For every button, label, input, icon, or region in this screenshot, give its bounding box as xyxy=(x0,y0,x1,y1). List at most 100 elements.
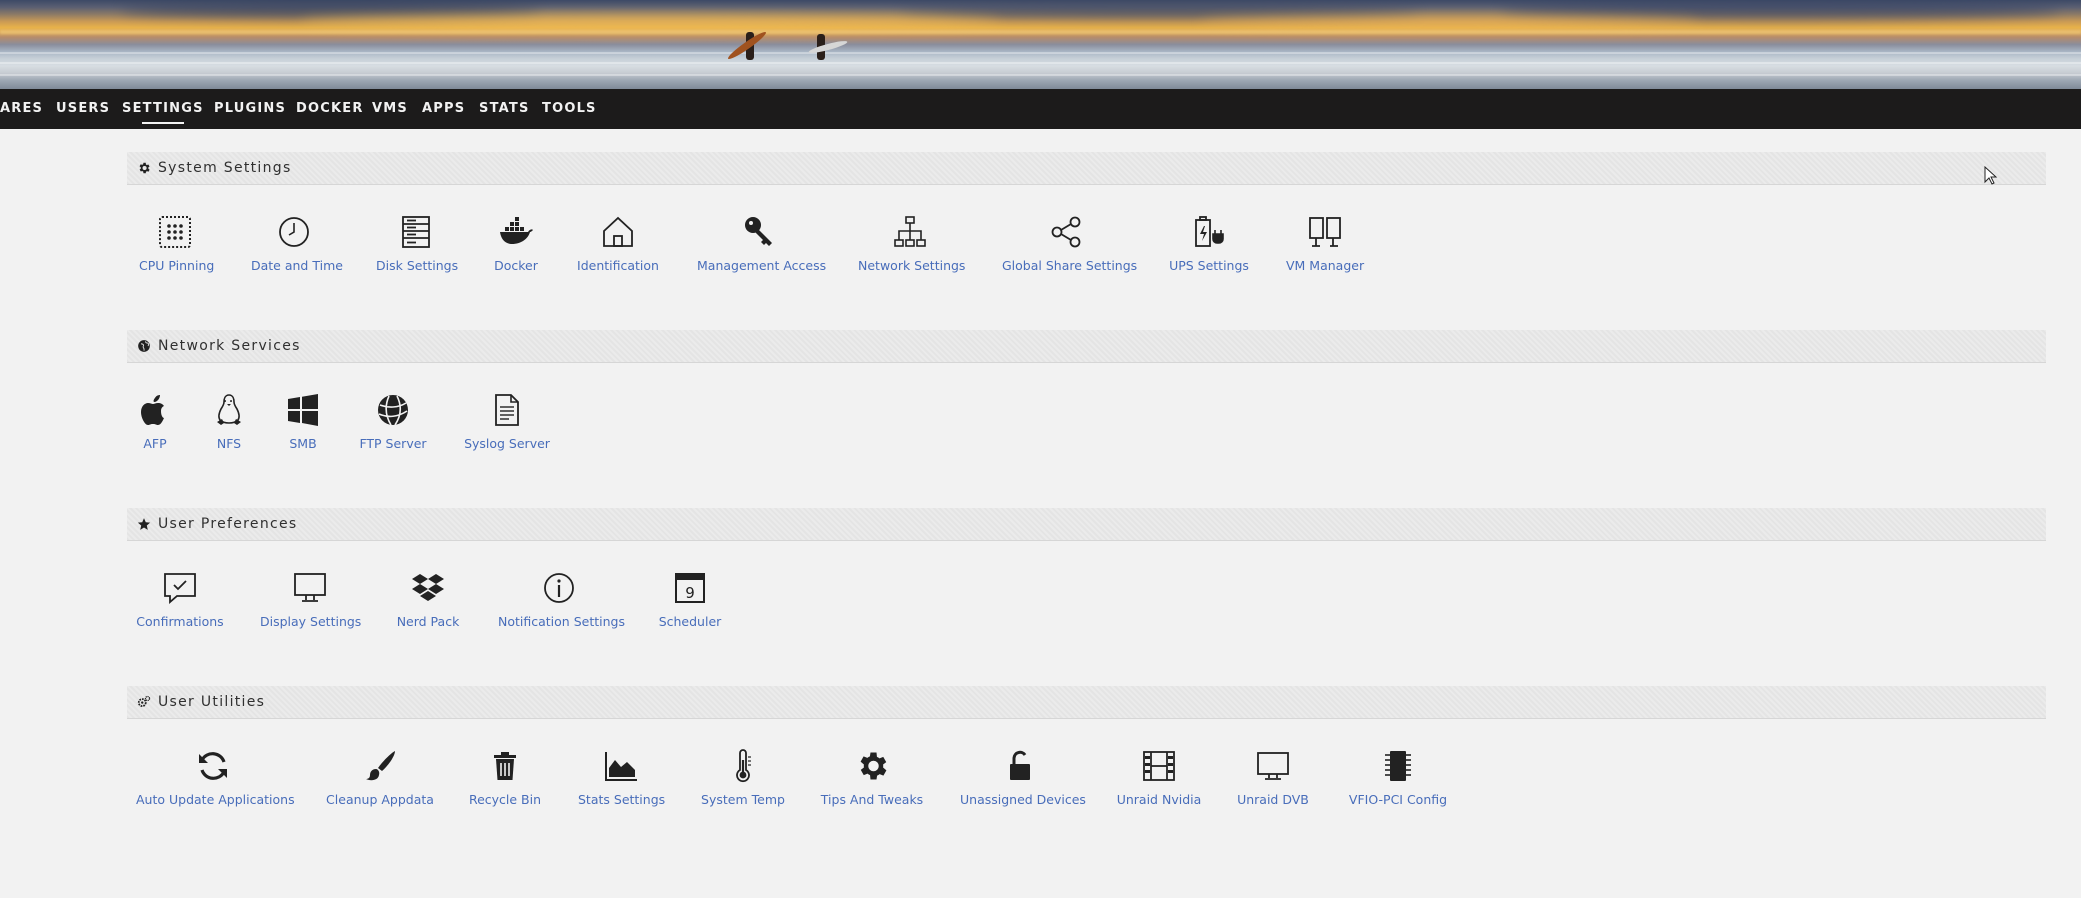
tile-identification[interactable]: Identification xyxy=(576,214,660,273)
tile-nfs[interactable]: NFS xyxy=(210,392,248,451)
tile-label: Management Access xyxy=(697,258,827,273)
nav-docker[interactable]: DOCKER xyxy=(296,101,364,116)
nav-stats[interactable]: STATS xyxy=(479,101,530,116)
tile-label: Disk Settings xyxy=(376,258,459,273)
tile-network-settings[interactable]: Network Settings xyxy=(858,214,965,273)
section-title: User Preferences xyxy=(158,516,298,532)
tile-unraid-nvidia[interactable]: Unraid Nvidia xyxy=(1116,748,1202,807)
mouse-pointer-icon xyxy=(1984,166,1998,185)
tile-ftp-server[interactable]: FTP Server xyxy=(356,392,430,451)
section-title: Network Services xyxy=(158,338,301,354)
docker-whale-icon xyxy=(500,217,533,244)
tile-label: Syslog Server xyxy=(464,436,550,451)
section-title: User Utilities xyxy=(158,694,266,710)
tile-label: FTP Server xyxy=(359,436,427,451)
tile-confirmations[interactable]: Confirmations xyxy=(136,570,224,629)
tile-recycle-bin[interactable]: Recycle Bin xyxy=(468,748,542,807)
tile-label: Stats Settings xyxy=(578,792,666,807)
tile-cleanup-appdata[interactable]: Cleanup Appdata xyxy=(326,748,434,807)
cogs-icon xyxy=(137,695,151,707)
tile-label: Identification xyxy=(577,258,659,273)
info-circle-icon xyxy=(544,573,574,603)
tile-ups-settings[interactable]: UPS Settings xyxy=(1168,214,1250,273)
film-icon xyxy=(1143,751,1175,781)
tile-unraid-dvb[interactable]: Unraid DVB xyxy=(1236,748,1310,807)
tile-management-access[interactable]: Management Access xyxy=(697,214,827,273)
nav-apps[interactable]: APPS xyxy=(422,101,465,116)
tile-nerd-pack[interactable]: Nerd Pack xyxy=(396,570,460,629)
section-header-user-preferences: User Preferences xyxy=(127,508,2046,541)
tile-label: NFS xyxy=(216,436,242,451)
tile-docker[interactable]: Docker xyxy=(493,214,539,273)
tile-system-temp[interactable]: System Temp xyxy=(700,748,786,807)
dropbox-icon xyxy=(412,574,444,601)
tile-cpu-pinning[interactable]: CPU Pinning xyxy=(139,214,215,273)
gear-icon xyxy=(139,162,150,174)
tile-global-share-settings[interactable]: Global Share Settings xyxy=(1002,214,1137,273)
globe-grid-icon xyxy=(378,395,408,426)
tile-label: Notification Settings xyxy=(498,614,625,629)
nav-users[interactable]: USERS xyxy=(56,101,110,116)
clock-icon xyxy=(279,217,309,247)
tile-label: Unassigned Devices xyxy=(960,792,1086,807)
nav-plugins[interactable]: PLUGINS xyxy=(214,101,286,116)
tile-label: System Temp xyxy=(701,792,785,807)
tile-label: VM Manager xyxy=(1286,258,1365,273)
battery-plug-icon xyxy=(1195,216,1224,247)
section-header-user-utilities: User Utilities xyxy=(127,686,2046,719)
tile-label: Tips And Tweaks xyxy=(820,792,924,807)
tile-label: Cleanup Appdata xyxy=(326,792,434,807)
tile-afp[interactable]: AFP xyxy=(136,392,174,451)
tile-label: VFIO-PCI Config xyxy=(1348,792,1448,807)
nav-shares[interactable]: ARES xyxy=(0,101,43,116)
tile-label: Unraid DVB xyxy=(1237,792,1309,807)
share-icon xyxy=(1051,216,1081,248)
tile-label: Confirmations xyxy=(136,614,224,629)
nav-tools[interactable]: TOOLS xyxy=(542,101,597,116)
trash-icon xyxy=(494,752,516,780)
tile-scheduler[interactable]: 9 Scheduler xyxy=(658,570,722,629)
linux-tux-icon xyxy=(217,394,241,425)
cpu-grid-icon xyxy=(159,216,191,248)
tile-auto-update-applications[interactable]: Auto Update Applications xyxy=(136,748,295,807)
sitemap-icon xyxy=(894,216,926,247)
nav-vms[interactable]: VMS xyxy=(372,101,408,116)
tile-notification-settings[interactable]: Notification Settings xyxy=(498,570,625,629)
section-header-network-services: Network Services xyxy=(127,330,2046,363)
tile-label: Recycle Bin xyxy=(468,792,542,807)
tile-disk-settings[interactable]: Disk Settings xyxy=(376,214,459,273)
header-banner-image xyxy=(0,0,2081,89)
disk-stack-icon xyxy=(402,216,430,248)
tile-label: Date and Time xyxy=(251,258,343,273)
main-navbar: ARES USERS SETTINGS PLUGINS DOCKER VMS A… xyxy=(0,89,2081,129)
tile-label: Auto Update Applications xyxy=(136,792,295,807)
home-icon xyxy=(603,216,633,247)
paintbrush-icon xyxy=(366,751,395,781)
tile-display-settings[interactable]: Display Settings xyxy=(260,570,362,629)
tile-label: Docker xyxy=(494,258,538,273)
gear-icon xyxy=(860,752,887,780)
nav-settings[interactable]: SETTINGS xyxy=(122,101,204,124)
star-icon xyxy=(137,518,151,530)
tile-syslog-server[interactable]: Syslog Server xyxy=(464,392,550,451)
tile-vfio-pci-config[interactable]: VFIO-PCI Config xyxy=(1346,748,1450,807)
tile-unassigned-devices[interactable]: Unassigned Devices xyxy=(960,748,1086,807)
tile-smb[interactable]: SMB xyxy=(284,392,322,451)
tile-stats-settings[interactable]: Stats Settings xyxy=(578,748,666,807)
tile-tips-and-tweaks[interactable]: Tips And Tweaks xyxy=(818,748,926,807)
unlock-icon xyxy=(1010,750,1030,780)
calendar-day-number: 9 xyxy=(685,584,695,602)
thermometer-icon xyxy=(736,749,751,783)
tile-date-and-time[interactable]: Date and Time xyxy=(251,214,343,273)
section-header-system-settings: System Settings xyxy=(127,152,2046,185)
tile-label: CPU Pinning xyxy=(139,258,215,273)
vm-monitors-icon xyxy=(1309,217,1341,247)
apple-icon xyxy=(141,395,164,425)
globe-icon xyxy=(138,340,150,352)
tile-vm-manager[interactable]: VM Manager xyxy=(1286,214,1364,273)
windows-icon xyxy=(288,394,318,426)
tile-label: Display Settings xyxy=(260,614,362,629)
calendar-icon: 9 xyxy=(675,573,705,603)
tile-label: Nerd Pack xyxy=(396,614,460,629)
message-check-icon xyxy=(164,573,196,604)
